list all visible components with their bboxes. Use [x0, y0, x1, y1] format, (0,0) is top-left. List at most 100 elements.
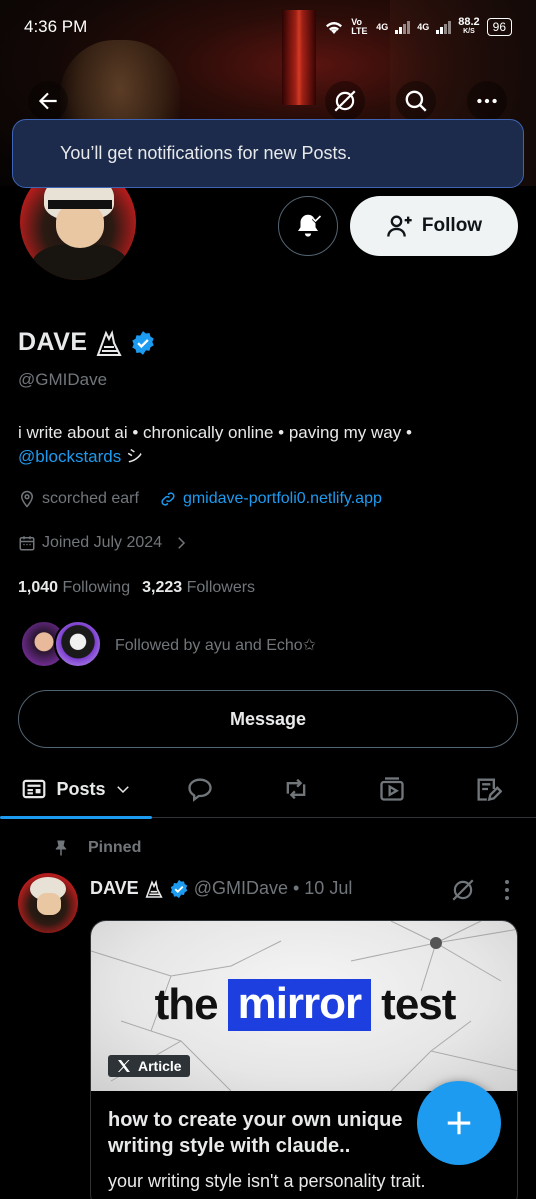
article-cover-image: the mirror test Article [91, 921, 517, 1091]
pinned-label: Pinned [88, 839, 142, 856]
network-label-1: Vo LTE [351, 17, 368, 36]
followed-by-text[interactable]: Followed by ayu and Echo✩ [115, 635, 316, 655]
compose-post-button[interactable] [417, 1081, 501, 1165]
media-icon [380, 777, 404, 801]
website-link[interactable]: gmidave-portfoli0.netlify.app [183, 490, 382, 508]
profile-tabs: Posts [0, 760, 536, 818]
repost-icon [286, 778, 306, 800]
search-button[interactable] [396, 81, 436, 121]
following-label: Following [62, 579, 131, 596]
profile-name: DAVE [18, 328, 156, 357]
profile-bio: i write about ai • chronically online • … [18, 421, 518, 469]
posts-icon [23, 779, 46, 799]
profile-name-text: DAVE [18, 328, 88, 356]
net-speed: 88.2 K/S [458, 16, 480, 36]
message-button[interactable]: Message [18, 690, 518, 748]
location-text: scorched earf [42, 490, 139, 507]
grok-icon[interactable] [450, 877, 476, 903]
post-avatar-face [37, 893, 61, 915]
follow-label: Follow [421, 215, 483, 236]
article-badge: Article [108, 1055, 190, 1077]
plus-icon [447, 1111, 471, 1135]
network-label-3: 4G [417, 22, 430, 32]
toast-text: You’ll get notifications for new Posts. [60, 143, 352, 163]
net-speed-value: 88.2 [458, 16, 480, 28]
signal-icon [395, 20, 411, 34]
x-logo-icon [118, 1060, 130, 1072]
bio-end: シ [121, 447, 143, 466]
verified-icon [170, 879, 187, 898]
follow-counts: 1,040 Following 3,223 Followers [18, 579, 255, 597]
search-icon [405, 90, 427, 112]
back-button[interactable] [28, 81, 68, 121]
profile-meta-row: scorched earf gmidave-portfoli0.netlify.… [18, 490, 382, 508]
post-more-icon[interactable] [497, 877, 517, 903]
article-cover-title: the mirror test [91, 979, 517, 1031]
following-number: 1,040 [18, 579, 59, 596]
joined-text: Joined July 2024 [42, 534, 163, 551]
profile-handle: @GMIDave [18, 370, 108, 389]
more-button[interactable] [467, 81, 507, 121]
tab-active-indicator [0, 816, 152, 819]
cover-title-pre: the [154, 980, 219, 1029]
owl-emoji-icon [96, 329, 122, 356]
battery-indicator: 96 [486, 18, 512, 36]
following-count[interactable]: 1,040 Following [18, 579, 130, 597]
post-header: DAVE @GMIDave • 10 Jul [90, 878, 352, 899]
article-badge-label: Article [138, 1058, 182, 1074]
followers-label: Followers [186, 579, 256, 596]
cover-title-post: test [381, 980, 456, 1029]
followers-number: 3,223 [142, 579, 183, 596]
link-icon [161, 492, 175, 506]
calendar-icon [19, 536, 35, 551]
avatar-body [32, 244, 128, 280]
tab-articles[interactable] [460, 760, 516, 818]
article-headline: how to create your own unique writing st… [108, 1109, 403, 1157]
followed-by-avatars[interactable] [20, 620, 104, 668]
joined-row[interactable]: Joined July 2024 [18, 534, 190, 552]
back-arrow-icon [38, 92, 57, 110]
post-author-avatar[interactable] [18, 873, 78, 933]
wifi-icon [326, 22, 343, 34]
owl-emoji-icon [145, 879, 163, 898]
more-icon [477, 98, 497, 104]
network-label-2: 4G [376, 22, 389, 32]
cover-title-highlight: mirror [227, 979, 372, 1031]
bell-icon [298, 214, 322, 237]
avatar-face [56, 204, 104, 248]
reply-icon [188, 778, 212, 802]
article-subtext: your writing style isn't a personality t… [108, 1171, 426, 1191]
followers-count[interactable]: 3,223 Followers [142, 579, 255, 597]
add-user-icon [387, 215, 412, 237]
bio-mention-link[interactable]: @blockstards [18, 447, 121, 466]
post-author-name[interactable]: DAVE [90, 878, 139, 899]
tab-reposts[interactable] [268, 760, 324, 818]
chevron-down-icon [116, 786, 129, 794]
grok-button[interactable] [325, 81, 365, 121]
grok-icon [334, 90, 356, 112]
bio-line-2: @blockstards シ [18, 445, 518, 469]
pinned-label-row: Pinned [52, 838, 141, 858]
status-icons: Vo LTE 4G 4G 88.2 K/S 96 [324, 16, 512, 36]
net-speed-unit: K/S [463, 28, 475, 35]
signal-icon-2 [436, 20, 452, 34]
follower-avatar-2 [54, 620, 102, 668]
profile-top-bar [0, 80, 536, 124]
tab-media[interactable] [364, 760, 420, 818]
notification-toast: You’ll get notifications for new Posts. [12, 119, 524, 188]
verified-icon [131, 330, 154, 355]
tab-posts-label: Posts [56, 778, 106, 799]
articles-icon [477, 778, 502, 802]
status-bar: 4:36 PM Vo LTE 4G 4G 88.2 K/S 96 [0, 0, 536, 54]
post-date[interactable]: 10 Jul [304, 878, 352, 899]
follow-button[interactable]: Follow [350, 196, 518, 256]
avatar-band [48, 200, 112, 209]
bio-line-1: i write about ai • chronically online • … [18, 423, 412, 442]
status-time: 4:36 PM [24, 17, 88, 36]
notifications-bell-button[interactable] [278, 196, 338, 256]
tab-replies[interactable] [172, 760, 228, 818]
tab-posts[interactable]: Posts [18, 760, 134, 818]
pin-icon [55, 840, 67, 856]
location-icon [20, 490, 34, 508]
post-author-handle[interactable]: @GMIDave [194, 878, 288, 899]
